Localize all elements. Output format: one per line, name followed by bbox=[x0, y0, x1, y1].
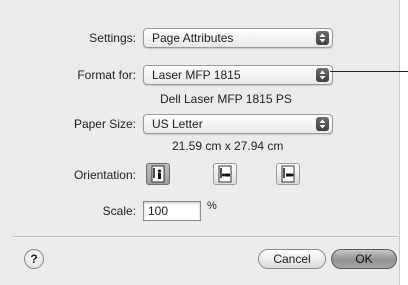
format-for-popup[interactable]: Laser MFP 1815 bbox=[143, 65, 333, 85]
ok-button[interactable]: OK bbox=[331, 249, 397, 269]
paper-size-label: Paper Size: bbox=[73, 117, 136, 131]
format-for-value: Laser MFP 1815 bbox=[152, 68, 241, 82]
settings-value: Page Attributes bbox=[152, 31, 234, 45]
landscape-left-icon bbox=[218, 165, 232, 183]
popup-arrows-icon bbox=[316, 117, 329, 131]
separator bbox=[12, 236, 398, 238]
scale-unit: % bbox=[207, 200, 217, 212]
paper-size-popup[interactable]: US Letter bbox=[143, 114, 333, 134]
orientation-portrait-button[interactable] bbox=[146, 163, 170, 185]
help-icon: ? bbox=[30, 252, 38, 266]
page-setup-dialog: Settings: Page Attributes Format for: La… bbox=[0, 0, 400, 285]
callout-line bbox=[330, 71, 408, 72]
printer-description: Dell Laser MFP 1815 PS bbox=[160, 92, 292, 106]
landscape-right-icon bbox=[281, 165, 295, 183]
orientation-landscape-right-button[interactable] bbox=[276, 163, 300, 185]
popup-arrows-icon bbox=[316, 68, 329, 82]
settings-label: Settings: bbox=[89, 31, 136, 45]
popup-arrows-icon bbox=[316, 31, 329, 45]
cancel-button[interactable]: Cancel bbox=[258, 249, 326, 269]
orientation-landscape-left-button[interactable] bbox=[213, 163, 237, 185]
format-for-label: Format for: bbox=[77, 68, 136, 82]
scale-label: Scale: bbox=[102, 204, 136, 218]
settings-popup[interactable]: Page Attributes bbox=[143, 28, 333, 48]
help-button[interactable]: ? bbox=[24, 249, 44, 269]
paper-size-value: US Letter bbox=[152, 117, 203, 131]
orientation-label: Orientation: bbox=[73, 168, 136, 182]
portrait-icon bbox=[151, 165, 165, 183]
scale-input[interactable]: 100 bbox=[143, 201, 201, 221]
paper-dimensions: 21.59 cm x 27.94 cm bbox=[172, 139, 284, 153]
